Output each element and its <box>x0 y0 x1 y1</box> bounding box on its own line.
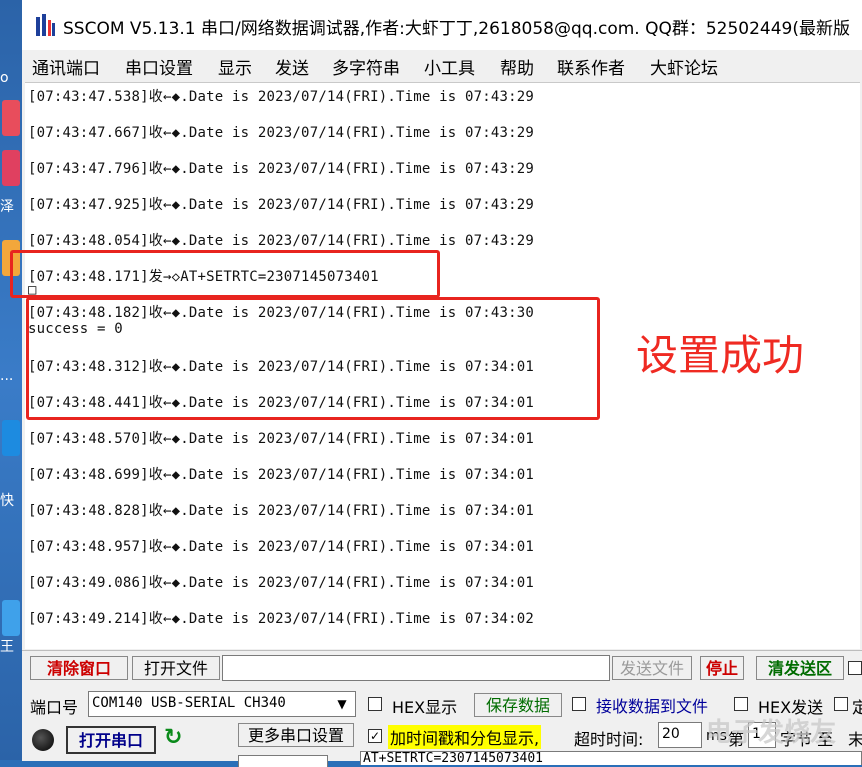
log-line: [07:43:47.925]收←◆.Date is 2023/07/14(FRI… <box>28 197 535 213</box>
log-line: [07:43:49.086]收←◆.Date is 2023/07/14(FRI… <box>28 575 535 591</box>
menu-send[interactable]: 发送 <box>275 54 309 79</box>
clear-window-button[interactable]: 清除窗口 <box>30 656 128 680</box>
file-path-input[interactable] <box>222 655 610 681</box>
window-title: SSCOM V5.13.1 串口/网络数据调试器,作者:大虾丁丁,2618058… <box>63 19 851 39</box>
annotation-text: 设置成功 <box>636 331 805 380</box>
menu-forum[interactable]: 大虾论坛 <box>650 54 718 79</box>
sscom-window: SSCOM V5.13.1 串口/网络数据调试器,作者:大虾丁丁,2618058… <box>10 0 862 767</box>
log-line: [07:43:48.699]收←◆.Date is 2023/07/14(FRI… <box>28 467 535 483</box>
timeout-value: 20 <box>662 726 680 742</box>
hex-display-checkbox[interactable] <box>368 697 382 711</box>
log-line: [07:43:48.570]收←◆.Date is 2023/07/14(FRI… <box>28 431 535 447</box>
desktop-icon[interactable] <box>2 100 20 136</box>
menu-comm-port[interactable]: 通讯端口 <box>32 54 100 79</box>
highlight-success-block <box>26 297 600 420</box>
desktop-icon[interactable] <box>2 600 20 636</box>
more-port-settings-button[interactable]: 更多串口设置 <box>238 723 354 747</box>
log-line: [07:43:48.957]收←◆.Date is 2023/07/14(FRI… <box>28 539 535 555</box>
fixed-label: 定 <box>852 698 862 717</box>
log-line: [07:43:47.538]收←◆.Date is 2023/07/14(FRI… <box>28 89 535 105</box>
log-line: [07:43:48.054]收←◆.Date is 2023/07/14(FRI… <box>28 233 535 249</box>
fixed-checkbox[interactable] <box>834 697 848 711</box>
open-file-button[interactable]: 打开文件 <box>132 656 220 680</box>
desktop-label: 快 <box>0 493 14 509</box>
desktop-strip: o 泽 ... 快 王 <box>0 0 22 760</box>
log-line: [07:43:48.828]收←◆.Date is 2023/07/14(FRI… <box>28 503 535 519</box>
watermark: 电子发烧友 <box>706 718 837 748</box>
menu-help[interactable]: 帮助 <box>500 54 534 79</box>
hex-display-label: HEX显示 <box>392 698 458 717</box>
clear-send-button[interactable]: 清发送区 <box>756 656 844 680</box>
menu-bar: 通讯端口 串口设置 显示 发送 多字符串 小工具 帮助 联系作者 大虾论坛 <box>22 50 862 80</box>
port-label: 端口号 <box>30 698 79 717</box>
desktop-icon[interactable] <box>2 420 20 456</box>
menu-serial-settings[interactable]: 串口设置 <box>125 54 193 79</box>
app-logo-icon <box>36 14 55 36</box>
send-file-button[interactable]: 发送文件 <box>612 656 692 680</box>
menu-multi-string[interactable]: 多字符串 <box>332 54 400 79</box>
recv-to-file-checkbox[interactable] <box>572 697 586 711</box>
menu-display[interactable]: 显示 <box>218 54 252 79</box>
log-line: [07:43:49.214]收←◆.Date is 2023/07/14(FRI… <box>28 611 535 627</box>
desktop-icon[interactable] <box>2 150 20 186</box>
port-select-value: COM140 USB-SERIAL CH340 <box>92 695 286 711</box>
end-label: 末 <box>848 730 862 749</box>
timeout-label: 超时时间: <box>574 730 644 749</box>
highlight-sent-command <box>10 250 440 298</box>
open-port-button[interactable]: 打开串口 <box>66 726 156 754</box>
port-status-icon <box>32 729 54 751</box>
baud-input[interactable] <box>238 755 328 767</box>
save-data-button[interactable]: 保存数据 <box>474 693 562 717</box>
send-input-text: AT+SETRTC=2307145073401 <box>363 751 544 765</box>
port-select[interactable]: COM140 USB-SERIAL CH340 <box>88 691 356 717</box>
timeout-input[interactable]: 20 <box>658 722 702 748</box>
desktop-label: o <box>0 70 9 86</box>
extra-checkbox[interactable] <box>848 661 862 675</box>
hex-send-checkbox[interactable] <box>734 697 748 711</box>
menu-contact-author[interactable]: 联系作者 <box>557 54 625 79</box>
timestamp-checkbox[interactable]: ✓ <box>368 729 382 743</box>
desktop-label: 泽 <box>0 199 14 215</box>
log-line: [07:43:47.796]收←◆.Date is 2023/07/14(FRI… <box>28 161 535 177</box>
chevron-down-icon[interactable]: ▼ <box>334 695 350 713</box>
title-bar[interactable]: SSCOM V5.13.1 串口/网络数据调试器,作者:大虾丁丁,2618058… <box>22 0 862 50</box>
send-input[interactable]: AT+SETRTC=2307145073401 <box>360 751 862 765</box>
desktop-label: ... <box>0 368 14 384</box>
log-line: [07:43:47.667]收←◆.Date is 2023/07/14(FRI… <box>28 125 535 141</box>
desktop-label: 王 <box>0 639 14 655</box>
menu-tools[interactable]: 小工具 <box>424 54 475 79</box>
refresh-icon[interactable]: ↻ <box>164 725 190 751</box>
recv-to-file-label: 接收数据到文件 <box>596 697 709 716</box>
stop-button[interactable]: 停止 <box>700 656 744 680</box>
timestamp-label: 加时间戳和分包显示, <box>388 725 542 749</box>
